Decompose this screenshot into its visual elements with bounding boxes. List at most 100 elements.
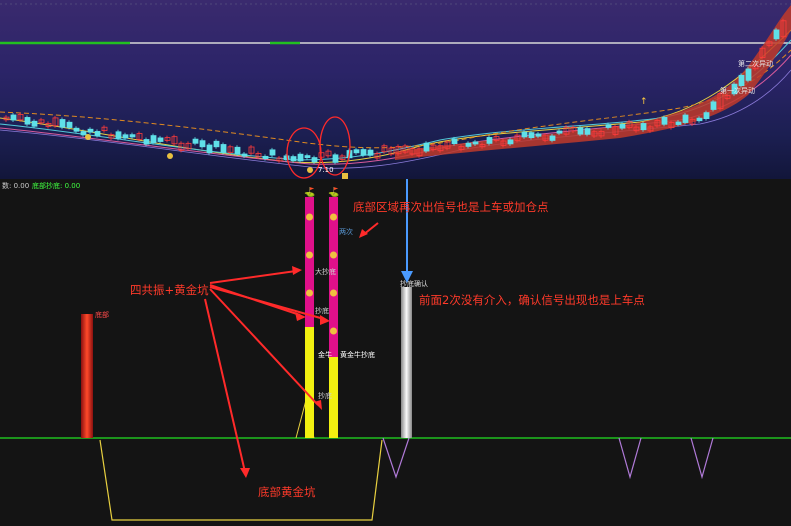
bar-signal-dot [306, 213, 313, 221]
resonance-bar-1-yellow [305, 327, 314, 438]
label-second-move: 第二次异动 [738, 60, 773, 68]
price-mark-label: 7.10 [318, 166, 334, 174]
candle [381, 145, 388, 153]
candle [59, 119, 66, 128]
dip-v-2 [618, 437, 642, 480]
candle [451, 138, 458, 145]
candle [157, 137, 164, 142]
candle [220, 144, 227, 153]
dip-v-1 [382, 437, 410, 479]
label-bottom-confirm: 抄底确认 [400, 280, 428, 288]
dip-v-3 [690, 437, 714, 480]
candle [129, 134, 136, 138]
bar-signal-dot [330, 213, 337, 221]
bar-signal-dot [306, 251, 313, 259]
candle [472, 141, 479, 145]
price-chart-panel[interactable]: ↑ 第一次异动 第二次异动 7.10 [0, 0, 791, 179]
candle [94, 131, 101, 136]
candle [38, 119, 45, 124]
candle [556, 130, 563, 134]
candle [122, 134, 129, 139]
candle [297, 153, 304, 162]
label-two-times: 两次 [339, 228, 353, 236]
candle [745, 68, 752, 81]
annotation-four-resonance: 四共振+黄金坑 [130, 283, 209, 297]
candle [577, 127, 584, 135]
top-flag-icon: ⛳ [328, 186, 339, 198]
top-flag-icon: ⛳ [304, 186, 315, 198]
candle [213, 140, 220, 148]
candle [143, 139, 150, 145]
bottom-signal-bar-left [81, 314, 93, 438]
candle [521, 131, 528, 138]
up-arrow-icon: ↑ [640, 97, 648, 107]
bar-signal-dot [330, 289, 337, 297]
candle [66, 121, 73, 128]
candle [619, 123, 626, 129]
candle [199, 140, 206, 148]
signal-marker [85, 134, 91, 140]
annotation-golden-pit: 底部黄金坑 [258, 485, 316, 499]
candle [73, 127, 80, 132]
candle [423, 142, 430, 152]
candle [31, 120, 38, 127]
signal-marker [167, 153, 173, 159]
candle [675, 121, 682, 125]
candle [605, 124, 612, 128]
candle [360, 149, 367, 156]
label-first-move: 第一次异动 [720, 87, 755, 95]
candle [584, 128, 591, 135]
label-bottom-2: 抄底 [315, 307, 329, 315]
indicator-chart: ⛳ ⛳ [0, 179, 791, 521]
annotation-previous-two: 前面2次没有介入，确认信号出现也是上车点 [419, 293, 645, 307]
bottom-confirm-bar [401, 287, 412, 438]
candle [52, 117, 59, 127]
candle [248, 146, 255, 154]
candle [87, 128, 94, 133]
label-big-bottom: 大抄底 [315, 268, 336, 276]
candle [269, 149, 276, 156]
candle [115, 131, 122, 139]
candle [17, 113, 24, 121]
bar-signal-dot [306, 289, 313, 297]
candle [24, 117, 31, 125]
bar-signal-dot [330, 251, 337, 259]
candle [773, 29, 780, 40]
annotation-arrows [204, 222, 379, 473]
candle [507, 139, 514, 145]
candle [304, 155, 311, 158]
candle [227, 146, 234, 153]
candle [136, 133, 143, 140]
candle [80, 131, 87, 136]
candle [738, 74, 745, 87]
label-golden-cow: 金牛 [318, 351, 332, 359]
candle [486, 137, 493, 144]
candle [710, 101, 717, 110]
label-left-bar: 底部 [95, 311, 109, 319]
candle [206, 144, 213, 154]
candle [661, 116, 668, 125]
candle [311, 157, 318, 163]
ma-line-yellow [0, 29, 791, 164]
candle [164, 137, 171, 141]
candle [367, 149, 374, 156]
candlestick-chart: ↑ [0, 3, 791, 179]
indicator-panel[interactable]: 数: 0.00 底部抄底: 0.00 ⛳ ⛳ 底部 大抄底 两次 抄底 金牛 黄… [0, 179, 791, 526]
candle [465, 142, 472, 147]
candle [290, 156, 297, 162]
candle [640, 123, 647, 131]
candle [353, 149, 360, 154]
candle [528, 132, 535, 139]
candle [10, 114, 17, 121]
label-golden-cow-bottom: 黄金牛抄底 [340, 351, 375, 359]
candle [535, 133, 542, 137]
candle [101, 126, 108, 132]
candle [234, 146, 241, 155]
signal-marker [307, 167, 313, 173]
bottom-circle-1 [286, 127, 322, 179]
candle [549, 135, 556, 141]
candle [332, 154, 339, 163]
candle [703, 112, 710, 120]
candle [150, 135, 157, 144]
bar-signal-dot [330, 327, 337, 335]
